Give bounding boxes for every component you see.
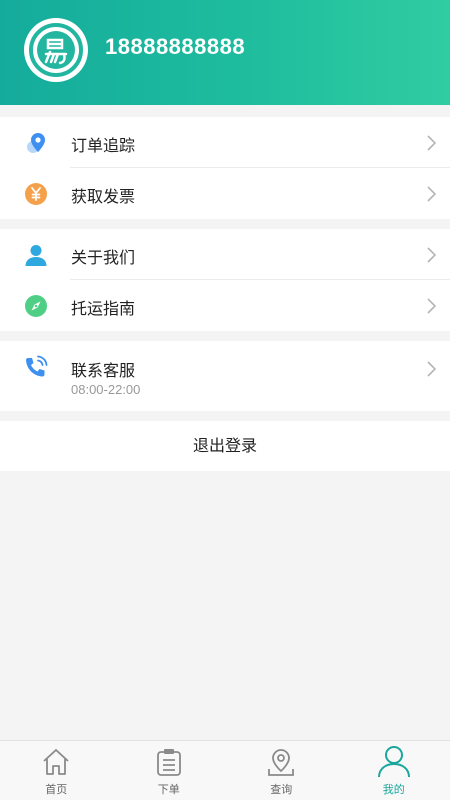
logout-button[interactable]: 退出登录	[0, 421, 450, 471]
map-pin-icon	[268, 749, 295, 776]
user-profile-icon	[377, 746, 410, 778]
logo-icon	[29, 23, 83, 77]
tab-label: 我的	[382, 783, 405, 796]
chevron-right-icon	[427, 186, 436, 202]
menu-item-customer-service[interactable]: 联系客服 08:00-22:00	[0, 341, 450, 411]
service-hours: 08:00-22:00	[71, 382, 141, 397]
user-icon	[25, 245, 47, 266]
compass-icon	[25, 295, 47, 317]
chevron-right-icon	[427, 361, 436, 377]
tab-query[interactable]: 查询	[225, 741, 338, 800]
tab-order[interactable]: 下单	[113, 741, 226, 800]
tab-label: 下单	[157, 783, 180, 796]
tab-label: 查询	[270, 783, 293, 796]
chevron-right-icon	[427, 135, 436, 151]
menu-item-get-invoice[interactable]: 获取发票	[0, 168, 450, 219]
avatar[interactable]	[24, 18, 88, 82]
profile-header: 18888888888	[0, 0, 450, 105]
tab-mine[interactable]: 我的	[338, 741, 450, 800]
location-pin-icon	[27, 133, 45, 153]
menu-item-label: 订单追踪	[71, 136, 136, 155]
bottom-tab-bar: 首页 下单 查询 我的	[0, 740, 450, 800]
yuan-coin-icon	[25, 183, 47, 205]
tab-label: 首页	[45, 783, 68, 796]
chevron-right-icon	[427, 298, 436, 314]
menu-item-order-tracking[interactable]: 订单追踪	[0, 117, 450, 168]
menu-item-label: 联系客服	[71, 361, 136, 380]
menu-item-shipping-guide[interactable]: 托运指南	[0, 280, 450, 331]
menu-group-info: 关于我们 托运指南	[0, 229, 450, 331]
menu-group-orders: 订单追踪 获取发票	[0, 117, 450, 219]
tab-home[interactable]: 首页	[0, 741, 113, 800]
home-icon	[43, 749, 69, 775]
menu-item-label: 关于我们	[71, 248, 136, 267]
menu-group-service: 联系客服 08:00-22:00	[0, 341, 450, 411]
clipboard-icon	[156, 749, 181, 776]
menu-item-label: 托运指南	[71, 299, 136, 318]
menu-item-label: 获取发票	[71, 187, 136, 206]
chevron-right-icon	[427, 247, 436, 263]
phone-call-icon	[26, 355, 48, 377]
menu-item-about-us[interactable]: 关于我们	[0, 229, 450, 280]
user-phone: 18888888888	[105, 34, 246, 59]
